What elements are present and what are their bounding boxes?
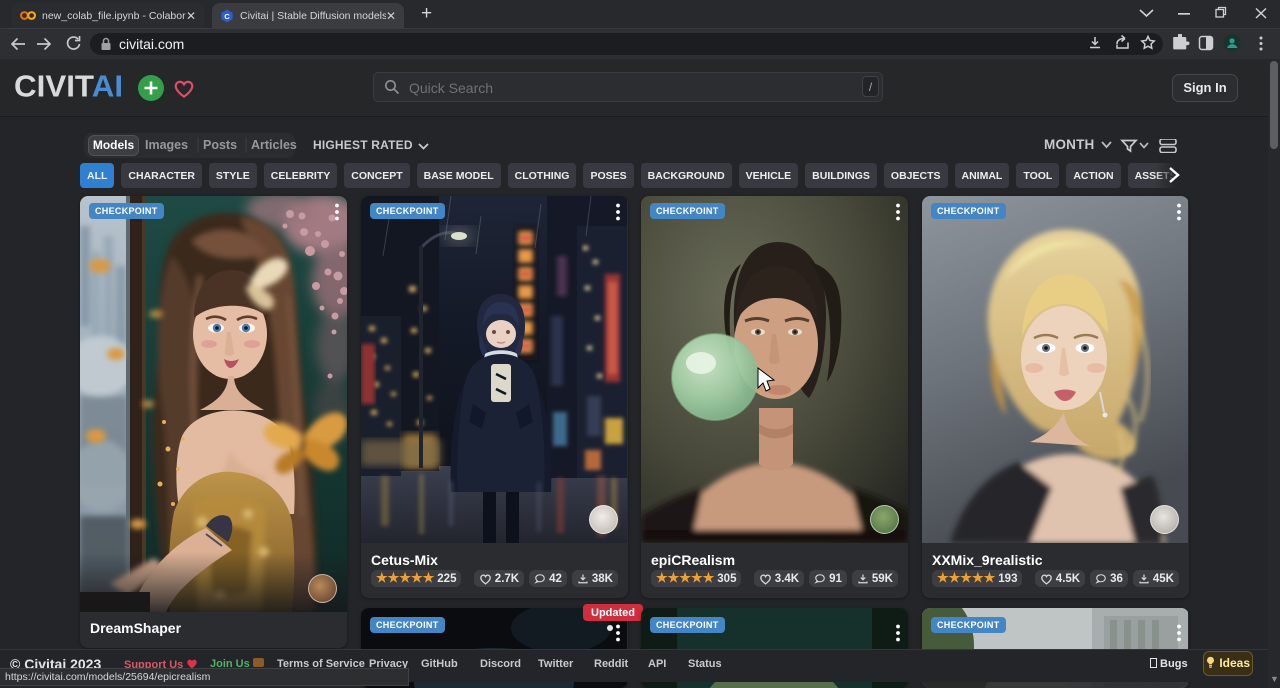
svg-text:C: C [224,11,230,20]
